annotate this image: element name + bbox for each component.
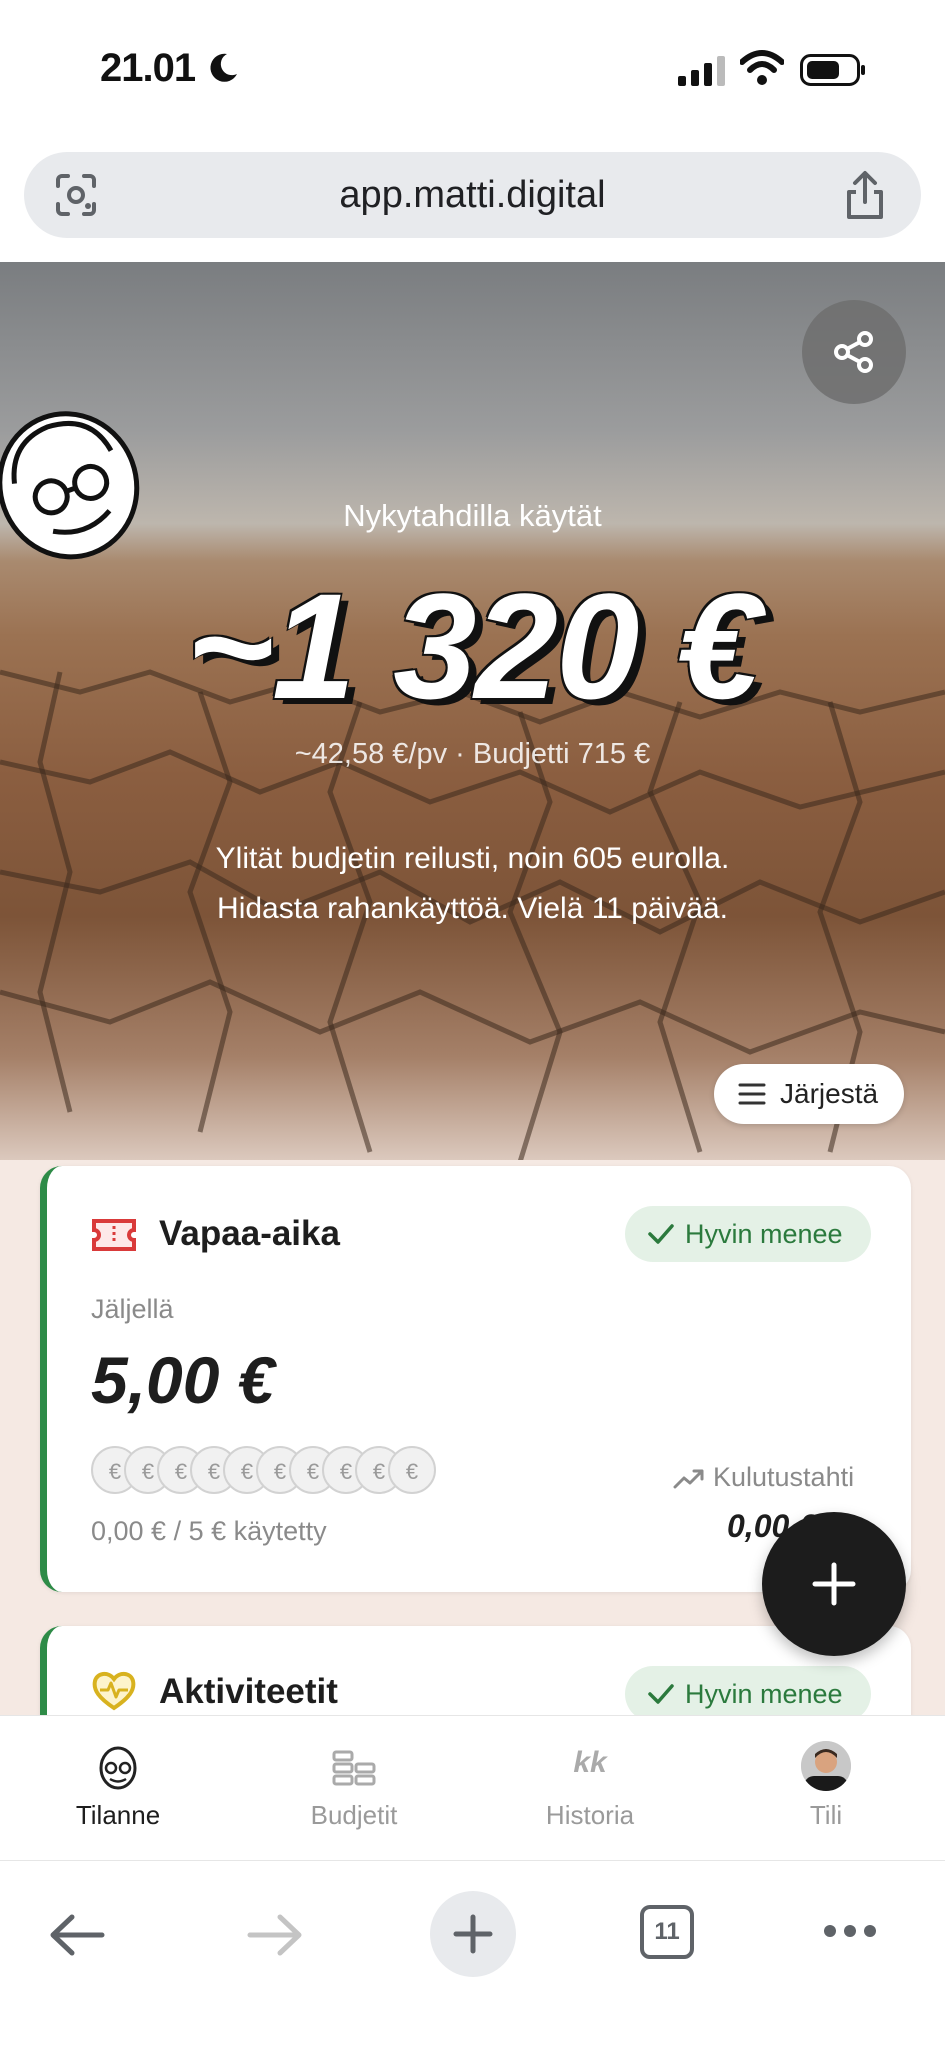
spent-text: 0,00 € / 5 € käytetty	[91, 1516, 327, 1546]
warning-line-1: Ylität budjetin reilusti, noin 605 eurol…	[215, 842, 730, 875]
share-icon[interactable]	[842, 170, 888, 222]
share-button[interactable]	[802, 300, 906, 404]
avatar-sticker-icon	[0, 411, 140, 560]
plus-icon	[812, 1562, 856, 1606]
card-title: Vapaa-aika	[159, 1214, 340, 1253]
nav-item-historia[interactable]: kk Historia	[472, 1716, 708, 1861]
bottom-navigation: Tilanne Budjetit kk Historia Tili	[0, 1715, 945, 1861]
nav-item-budjetit[interactable]: Budjetit	[236, 1716, 472, 1861]
menu-lines-icon	[738, 1083, 766, 1105]
trend-up-icon	[673, 1469, 704, 1489]
profile-photo	[801, 1741, 851, 1791]
plus-icon	[453, 1914, 493, 1954]
card-title: Aktiviteetit	[159, 1672, 338, 1711]
nav-item-tili[interactable]: Tili	[708, 1716, 944, 1861]
remaining-label: Jäljellä	[91, 1294, 174, 1324]
add-expense-button[interactable]	[762, 1512, 906, 1656]
sort-button[interactable]: Järjestä	[714, 1064, 904, 1124]
forward-arrow-icon[interactable]	[246, 1913, 304, 1957]
hero-subtitle: Nykytahdilla käytät	[343, 498, 602, 533]
status-badge: Hyvin menee	[625, 1666, 871, 1722]
signal-icon	[678, 56, 725, 86]
coin-icon: €	[388, 1446, 436, 1494]
share-nodes-icon	[834, 331, 873, 373]
battery-icon	[800, 54, 865, 86]
nav-label: Historia	[545, 1800, 635, 1830]
status-time: 21.01	[100, 46, 196, 90]
sort-label: Järjestä	[780, 1078, 879, 1109]
nav-label: Tili	[809, 1800, 843, 1830]
remaining-value: 5,00 €	[91, 1343, 275, 1417]
back-arrow-icon[interactable]	[48, 1913, 106, 1957]
wifi-icon	[740, 50, 784, 85]
heart-pulse-icon	[92, 1672, 136, 1711]
moon-icon	[210, 53, 237, 82]
status-bar: 21.01	[0, 0, 945, 140]
daily-rate-text: ~42,58 €/pv · Budjetti 715 €	[294, 738, 651, 770]
browser-toolbar: 11	[0, 1860, 945, 2049]
budget-warning-message: Ylität budjetin reilusti, noin 605 eurol…	[0, 834, 945, 934]
new-tab-button[interactable]	[430, 1891, 516, 1977]
pace-label: Kulutustahti	[713, 1462, 855, 1492]
check-icon	[648, 1224, 674, 1244]
status-badge-label: Hyvin menee	[685, 1219, 843, 1249]
warning-line-2: Hidasta rahankäyttöä. Vielä 11 päivää.	[217, 892, 728, 925]
tab-count-button[interactable]: 11	[640, 1905, 694, 1959]
status-badge-label: Hyvin menee	[685, 1679, 843, 1709]
budgets-icon	[332, 1750, 376, 1786]
browser-address-bar[interactable]: app.matti.digital	[24, 152, 921, 238]
avatar-face-icon	[99, 1746, 137, 1790]
projected-spend-amount: ~1 320 €	[186, 562, 760, 730]
kk-icon: kk	[573, 1746, 607, 1779]
nav-item-tilanne[interactable]: Tilanne	[0, 1716, 236, 1861]
url-text[interactable]: app.matti.digital	[24, 174, 921, 217]
budget-card-vapaa-aika[interactable]: Vapaa-aika Hyvin menee Jäljellä 5,00 € €…	[40, 1166, 911, 1592]
more-icon[interactable]	[822, 1923, 878, 1939]
check-icon	[648, 1684, 674, 1704]
status-badge: Hyvin menee	[625, 1206, 871, 1262]
ticket-icon	[92, 1219, 136, 1251]
nav-label: Tilanne	[75, 1800, 161, 1830]
nav-label: Budjetit	[310, 1800, 398, 1830]
